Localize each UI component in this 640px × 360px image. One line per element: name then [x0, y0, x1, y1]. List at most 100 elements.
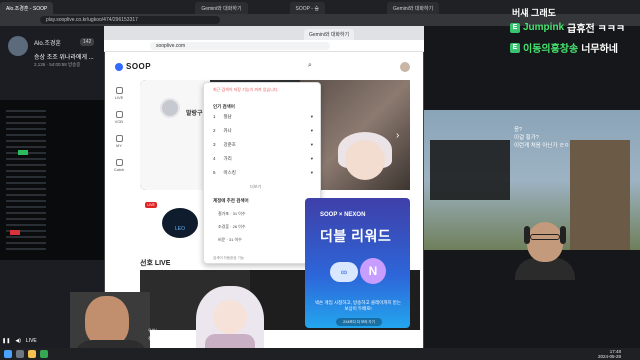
- catch-icon: [115, 158, 123, 166]
- side-nav: LIVE VOD MY Catch: [108, 82, 130, 178]
- trend-icon: ▾: [310, 156, 313, 161]
- soop-tab-bar: Gemini와 대화하기: [104, 26, 424, 40]
- like-count[interactable]: 142: [80, 38, 95, 46]
- section-title: 선호 LIVE: [140, 260, 171, 267]
- ad-cta-button[interactable]: 2X4보다 더 보러 가기: [336, 318, 382, 326]
- chat-overlay-line-1: E Jumpink 급휴전 ㅋㅋㅋ: [510, 20, 625, 35]
- file-explorer-icon[interactable]: [28, 350, 36, 358]
- popular-rank: 5: [213, 170, 216, 175]
- vtuber-face: [213, 300, 247, 334]
- game-subtitle-1: 응?: [514, 127, 523, 133]
- chat-badge-icon: E: [510, 22, 520, 33]
- chat-badge-icon: E: [510, 42, 520, 53]
- hero-info-panel: [140, 80, 210, 190]
- pause-icon[interactable]: ❚❚: [2, 338, 10, 344]
- volume-icon[interactable]: ◀): [15, 338, 21, 344]
- chat-message: 주니어 선어필로...: [148, 336, 179, 341]
- video-green-mark: [18, 150, 28, 155]
- bg-tab-4[interactable]: Gemini와 대화하기: [386, 2, 440, 14]
- popular-rank: 2: [213, 128, 216, 133]
- autocomplete-toggle[interactable]: 검색어 자동완성 기능: [213, 256, 244, 261]
- game-subtitles: 응? 이걸 횡가? 이런게 처음 아닌가 ㄹㅇ: [514, 126, 569, 150]
- chat-user-1: Jumpink: [523, 22, 565, 33]
- game-subtitle-2: 이걸 횡가?: [514, 135, 539, 141]
- bg-tab-1[interactable]: Alo.조경훈 - SOOP: [0, 2, 54, 14]
- user-avatar[interactable]: [400, 62, 410, 72]
- popular-term: 카나: [223, 128, 232, 133]
- streamer-name: Alo.조경훈: [34, 41, 61, 47]
- popular-item[interactable]: 3 강준호 ▾: [213, 142, 313, 148]
- search-icon[interactable]: ⌕: [308, 62, 312, 70]
- chevron-right-icon[interactable]: ›: [396, 130, 399, 141]
- bg-tab-3[interactable]: SOOP - 숲: [289, 2, 325, 14]
- clock-date: 2024-05-28: [598, 354, 622, 359]
- nav-live[interactable]: LIVE: [108, 82, 130, 104]
- webcam-right-face: [527, 222, 563, 262]
- popular-rank: 1: [213, 114, 216, 119]
- stream-title: 승상 조조 위나라에게 ...: [34, 55, 94, 61]
- trend-icon: ▾: [310, 170, 313, 175]
- bg-tab-2[interactable]: Gemini와 대화하기: [195, 2, 248, 14]
- overlay-title: 버섀 그래도: [512, 8, 556, 18]
- popular-term: 강준호: [223, 142, 236, 147]
- trend-icon: ▾: [310, 142, 313, 147]
- trend-icon: ▾: [310, 114, 313, 119]
- hero-streamer-avatar[interactable]: [160, 98, 180, 118]
- vod-icon: [115, 110, 123, 118]
- chat-msg-1: 급휴전 ㅋㅋㅋ: [567, 24, 626, 35]
- nexon-coin-icon: N: [360, 258, 386, 284]
- leo-team-logo[interactable]: LEO: [162, 208, 198, 238]
- popular-term: 철남: [223, 114, 232, 119]
- popular-item[interactable]: 1 철남 ▾: [213, 114, 313, 120]
- game-castle: [570, 140, 630, 250]
- soop-logo[interactable]: SOOP: [126, 62, 151, 71]
- search-icon[interactable]: [16, 350, 24, 358]
- recommend-heading: 계정에 추천 검색어: [213, 198, 249, 203]
- ad-description: 넥슨 게임 시청하고, 방송하고 클레이까지 받는 보상이 두배로!: [314, 300, 402, 311]
- bg-url-field[interactable]: play.sooplive.co.kr/ugkoo/474/296153317: [40, 16, 220, 24]
- trend-icon: ▾: [310, 128, 313, 133]
- player-controls: ❚❚ ◀) LIVE: [2, 336, 66, 346]
- my-icon: [115, 134, 123, 142]
- soop-logo-icon[interactable]: [115, 63, 123, 71]
- recommend-item[interactable]: 조경훈 · 26 이수: [218, 224, 246, 230]
- nav-catch-label: Catch: [113, 166, 125, 172]
- hero-streamer-name[interactable]: 말랑구: [186, 108, 203, 117]
- more-button[interactable]: 더보기: [250, 184, 261, 190]
- taskbar: [0, 348, 640, 360]
- chat-user-2: 이동의홍창송: [523, 44, 579, 55]
- chat-msg-2: 너무하네: [581, 44, 619, 55]
- nav-catch[interactable]: Catch: [108, 154, 130, 176]
- nav-vod[interactable]: VOD: [108, 106, 130, 128]
- game-dark-panel: [430, 140, 510, 200]
- headphone-left-icon: [524, 226, 530, 244]
- popular-rank: 3: [213, 142, 216, 147]
- video-red-mark: [10, 230, 20, 235]
- streamer-avatar[interactable]: [8, 36, 28, 56]
- popular-term: 가리: [223, 156, 232, 161]
- soop-tab-1[interactable]: Gemini와 대화하기: [304, 29, 355, 40]
- nav-vod-label: VOD: [114, 118, 124, 124]
- ad-brand: SOOP × NEXON: [320, 212, 366, 218]
- webcam-left-face: [85, 296, 129, 346]
- dropdown-notice: 최근 검색어 저장 기능이 꺼져 있습니다.: [213, 87, 279, 92]
- popular-item[interactable]: 2 카나 ▾: [213, 128, 313, 134]
- ad-title: 더블 리워드: [320, 228, 392, 244]
- nav-my[interactable]: MY: [108, 130, 130, 152]
- soop-url-field[interactable]: sooplive.com: [150, 42, 330, 50]
- system-clock[interactable]: 17:48 2024-05-28: [598, 349, 621, 359]
- infinity-coin-icon: ∞: [330, 262, 358, 282]
- headphone-right-icon: [560, 226, 566, 244]
- nav-live-label: LIVE: [114, 94, 124, 100]
- recommend-item[interactable]: 철가포 · 31 이수: [218, 211, 246, 217]
- recommend-item[interactable]: 비운 · 31 이수: [218, 237, 242, 243]
- chrome-icon[interactable]: [40, 350, 48, 358]
- nav-my-label: MY: [116, 142, 122, 148]
- anime-character-face: [345, 140, 385, 180]
- popular-item[interactable]: 5 마스킹 ▾: [213, 170, 313, 176]
- glasses-icon: [530, 234, 560, 240]
- popular-item[interactable]: 4 가리 ▾: [213, 156, 313, 162]
- live-badge: LIVE: [145, 202, 157, 208]
- windows-start-icon[interactable]: [4, 350, 12, 358]
- popular-heading: 인기 검색어: [213, 104, 235, 109]
